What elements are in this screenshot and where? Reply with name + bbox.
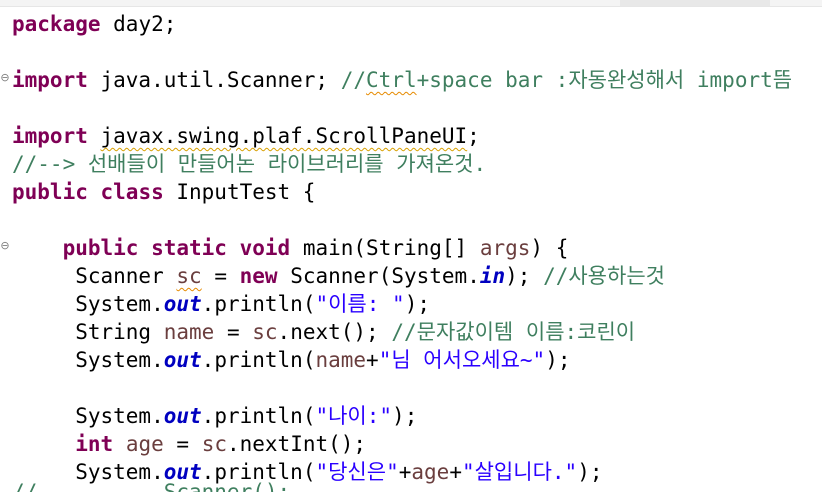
class-name: InputTest { [163, 180, 316, 204]
keyword-class: class [100, 180, 164, 204]
code-line-print-age-prompt: System.out.println("나이:"); [12, 402, 417, 430]
code-line-import-scrollpaneui: import javax.swing.plaf.ScrollPaneUI; [12, 122, 480, 150]
string-literal: "이름: " [315, 292, 405, 316]
assign-op: = [214, 320, 253, 344]
code-line-import-scanner: import java.util.Scanner; //Ctrl+space b… [12, 66, 792, 94]
import-semicolon: ; [467, 124, 480, 148]
editor-tab-strip [0, 0, 822, 7]
field-out: out [163, 404, 202, 428]
println-call: .println( [201, 348, 316, 372]
keyword-import: import [12, 124, 88, 148]
keyword-new: new [239, 264, 278, 288]
package-name: day2; [100, 12, 177, 36]
keyword-public: public [12, 180, 88, 204]
system-ref: System. [75, 292, 164, 316]
import-path: java.util.Scanner; [87, 68, 341, 92]
println-call: .println( [201, 404, 316, 428]
variable-sc: sc [252, 320, 278, 344]
statement-end: ); [404, 292, 430, 316]
code-line-print-name-prompt: System.out.println("이름: "); [12, 290, 430, 318]
keyword-package: package [12, 12, 101, 36]
comment-prefix: // [340, 68, 367, 92]
variable-age: age [411, 460, 450, 484]
code-line-scanner-init: Scanner sc = new Scanner(System.in); //사… [12, 262, 665, 290]
code-line-class-declaration: public class InputTest { [12, 178, 315, 206]
system-ref: System. [75, 348, 164, 372]
statement-end: ); [545, 348, 571, 372]
code-line-read-age: int age = sc.nextInt(); [12, 430, 366, 458]
code-editor[interactable]: package day2; ⊖ import java.util.Scanner… [0, 8, 822, 492]
variable-sc: sc [201, 432, 227, 456]
variable-age: age [125, 432, 164, 456]
comment-usage: //사용하는것 [543, 264, 665, 288]
editor-tab[interactable] [620, 0, 770, 6]
keyword-static: static [151, 236, 227, 260]
code-line-main-method: public static void main(String[] args) { [12, 234, 569, 262]
statement-end: ); [577, 460, 603, 484]
next-call: .next(); [277, 320, 392, 344]
string-literal: "님 어서오세요~" [378, 348, 546, 372]
field-out: out [163, 348, 202, 372]
comment-ctrl-spelling: Ctrl [366, 68, 417, 92]
comment-text: +space bar :자동완성해서 import뜸 [416, 68, 793, 92]
method-signature: main(String[] [290, 236, 480, 260]
param-args: args [479, 236, 531, 260]
code-line-comment-library: //--> 선배들이 만들어논 라이브러리를 가져온것. [12, 152, 487, 176]
statement-end: ); [505, 264, 544, 288]
keyword-void: void [239, 236, 291, 260]
code-line-print-welcome: System.out.println(name+"님 어서오세요~"); [12, 346, 571, 374]
keyword-int: int [75, 432, 114, 456]
system-ref: System. [75, 404, 164, 428]
type-scanner: Scanner [75, 264, 177, 288]
unused-import-path: javax.swing.plaf.ScrollPaneUI [100, 124, 468, 148]
code-line-package: package day2; [12, 10, 176, 38]
concat-op: + [398, 460, 412, 484]
string-literal: "당신은" [315, 460, 399, 484]
type-string: String [75, 320, 164, 344]
statement-end: ); [392, 404, 418, 428]
println-call: .println( [201, 292, 316, 316]
variable-name: name [315, 348, 367, 372]
code-line-partial: // ...Scanner(); [12, 480, 291, 492]
nextint-call: .nextInt(); [226, 432, 367, 456]
keyword-import: import [12, 68, 88, 92]
keyword-public: public [62, 236, 139, 260]
comment-string-value: //문자값이템 이름:코린이 [391, 320, 636, 344]
constructor-call: Scanner(System. [277, 264, 480, 288]
variable-name: name [163, 320, 215, 344]
fold-toggle-main-icon[interactable]: ⊖ [0, 240, 10, 252]
method-open: ) { [530, 236, 569, 260]
assign-op: = [201, 264, 240, 288]
code-line-read-name: String name = sc.next(); //문자값이템 이름:코린이 [12, 318, 635, 346]
fold-toggle-imports-icon[interactable]: ⊖ [0, 72, 10, 84]
assign-op: = [163, 432, 202, 456]
concat-op: + [449, 460, 462, 484]
field-out: out [163, 292, 202, 316]
field-in: in [479, 264, 506, 288]
string-literal: "살입니다." [461, 460, 578, 484]
string-literal: "나이:" [315, 404, 393, 428]
variable-sc-warning: sc [176, 264, 202, 288]
concat-op: + [366, 348, 379, 372]
